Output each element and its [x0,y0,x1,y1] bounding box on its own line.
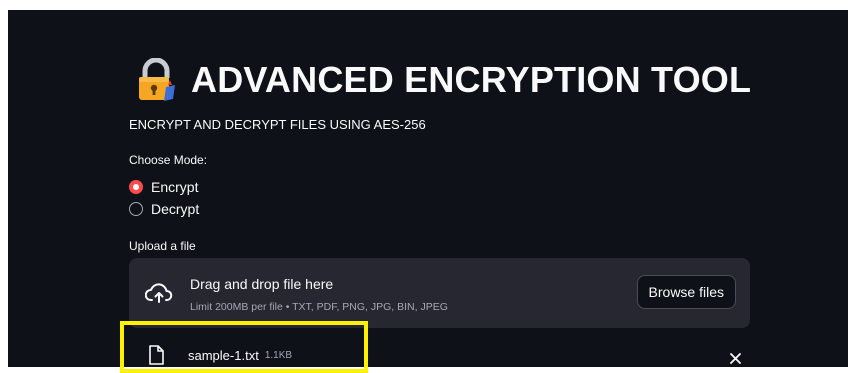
app-container: ADVANCED ENCRYPTION TOOL ENCRYPT AND DEC… [8,10,848,367]
lock-icon [139,58,175,101]
page-title: ADVANCED ENCRYPTION TOOL [191,59,752,100]
page-subtitle: ENCRYPT AND DECRYPT FILES USING AES-256 [129,117,426,132]
uploaded-file-name: sample-1.txt [188,347,259,363]
uploaded-file-size: 1.1KB [264,349,293,361]
dropzone-limit-hint: Limit 200MB per file • TXT, PDF, PNG, JP… [190,301,448,313]
mode-label: Choose Mode: [129,153,208,167]
file-dropzone[interactable]: Drag and drop file here Limit 200MB per … [129,258,750,328]
page-header: ADVANCED ENCRYPTION TOOL [133,58,751,102]
dropzone-instruction: Drag and drop file here [190,276,334,292]
radio-selected-indicator [129,180,143,194]
browse-files-button[interactable]: Browse files [636,275,736,309]
close-icon [729,352,741,364]
remove-file-button[interactable] [723,346,747,370]
cloud-upload-icon [145,283,173,303]
radio-encrypt-label: Encrypt [151,179,199,195]
uploaded-file-item: sample-1.txt 1.1KB [148,343,292,367]
radio-unselected-indicator [129,202,143,216]
radio-decrypt-label: Decrypt [151,201,200,217]
radio-decrypt[interactable]: Decrypt [129,198,199,220]
radio-encrypt[interactable]: Encrypt [129,176,199,198]
file-icon [149,345,164,365]
mode-radio-group: Encrypt Decrypt [129,176,199,220]
upload-label: Upload a file [129,239,196,253]
